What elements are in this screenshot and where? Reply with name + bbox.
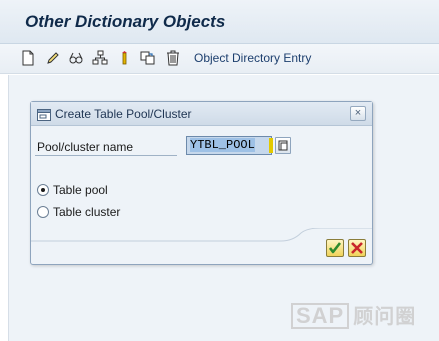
create-table-pool-dialog: Create Table Pool/Cluster × Pool/cluster… [30,101,373,265]
watermark-logo: SAP 顾问圈 [291,300,431,329]
table-pool-label: Table pool [53,183,108,197]
cancel-button[interactable] [348,239,366,257]
watermark-sap: SAP [291,303,350,329]
cancel-x-icon [351,242,363,254]
watermark-cn: 顾问圈 [353,304,417,328]
text-cursor [269,138,273,153]
table-pool-radio[interactable] [37,184,49,196]
application-toolbar: Object Directory Entry [0,44,439,74]
activate-icon[interactable] [117,50,133,66]
display-glasses-icon[interactable] [68,50,84,66]
pool-cluster-name-label: Pool/cluster name [37,140,134,154]
table-cluster-label: Table cluster [53,205,121,219]
footer-divider [31,228,372,242]
field-label-underline [35,155,177,156]
dialog-title-bar: Create Table Pool/Cluster × [31,102,372,126]
value-help-button[interactable] [275,137,291,154]
edit-pencil-icon[interactable] [45,50,61,66]
new-document-icon[interactable] [20,50,36,66]
pool-cluster-name-value: YTBL_POOL [190,138,255,152]
copy-icon[interactable] [140,50,156,66]
dialog-title: Create Table Pool/Cluster [55,107,192,121]
dialog-window-icon [37,108,51,121]
object-directory-entry-button[interactable]: Object Directory Entry [194,51,311,65]
title-bar: Other Dictionary Objects [0,0,439,44]
table-cluster-radio[interactable] [37,206,49,218]
dialog-footer [31,228,372,264]
window-title: Other Dictionary Objects [25,12,226,31]
hierarchy-icon[interactable] [92,50,108,66]
dialog-close-button[interactable]: × [350,106,366,121]
delete-trash-icon[interactable] [165,50,181,66]
checkmark-icon [328,242,342,254]
pool-cluster-name-input[interactable]: YTBL_POOL [186,136,272,155]
confirm-button[interactable] [326,239,344,257]
